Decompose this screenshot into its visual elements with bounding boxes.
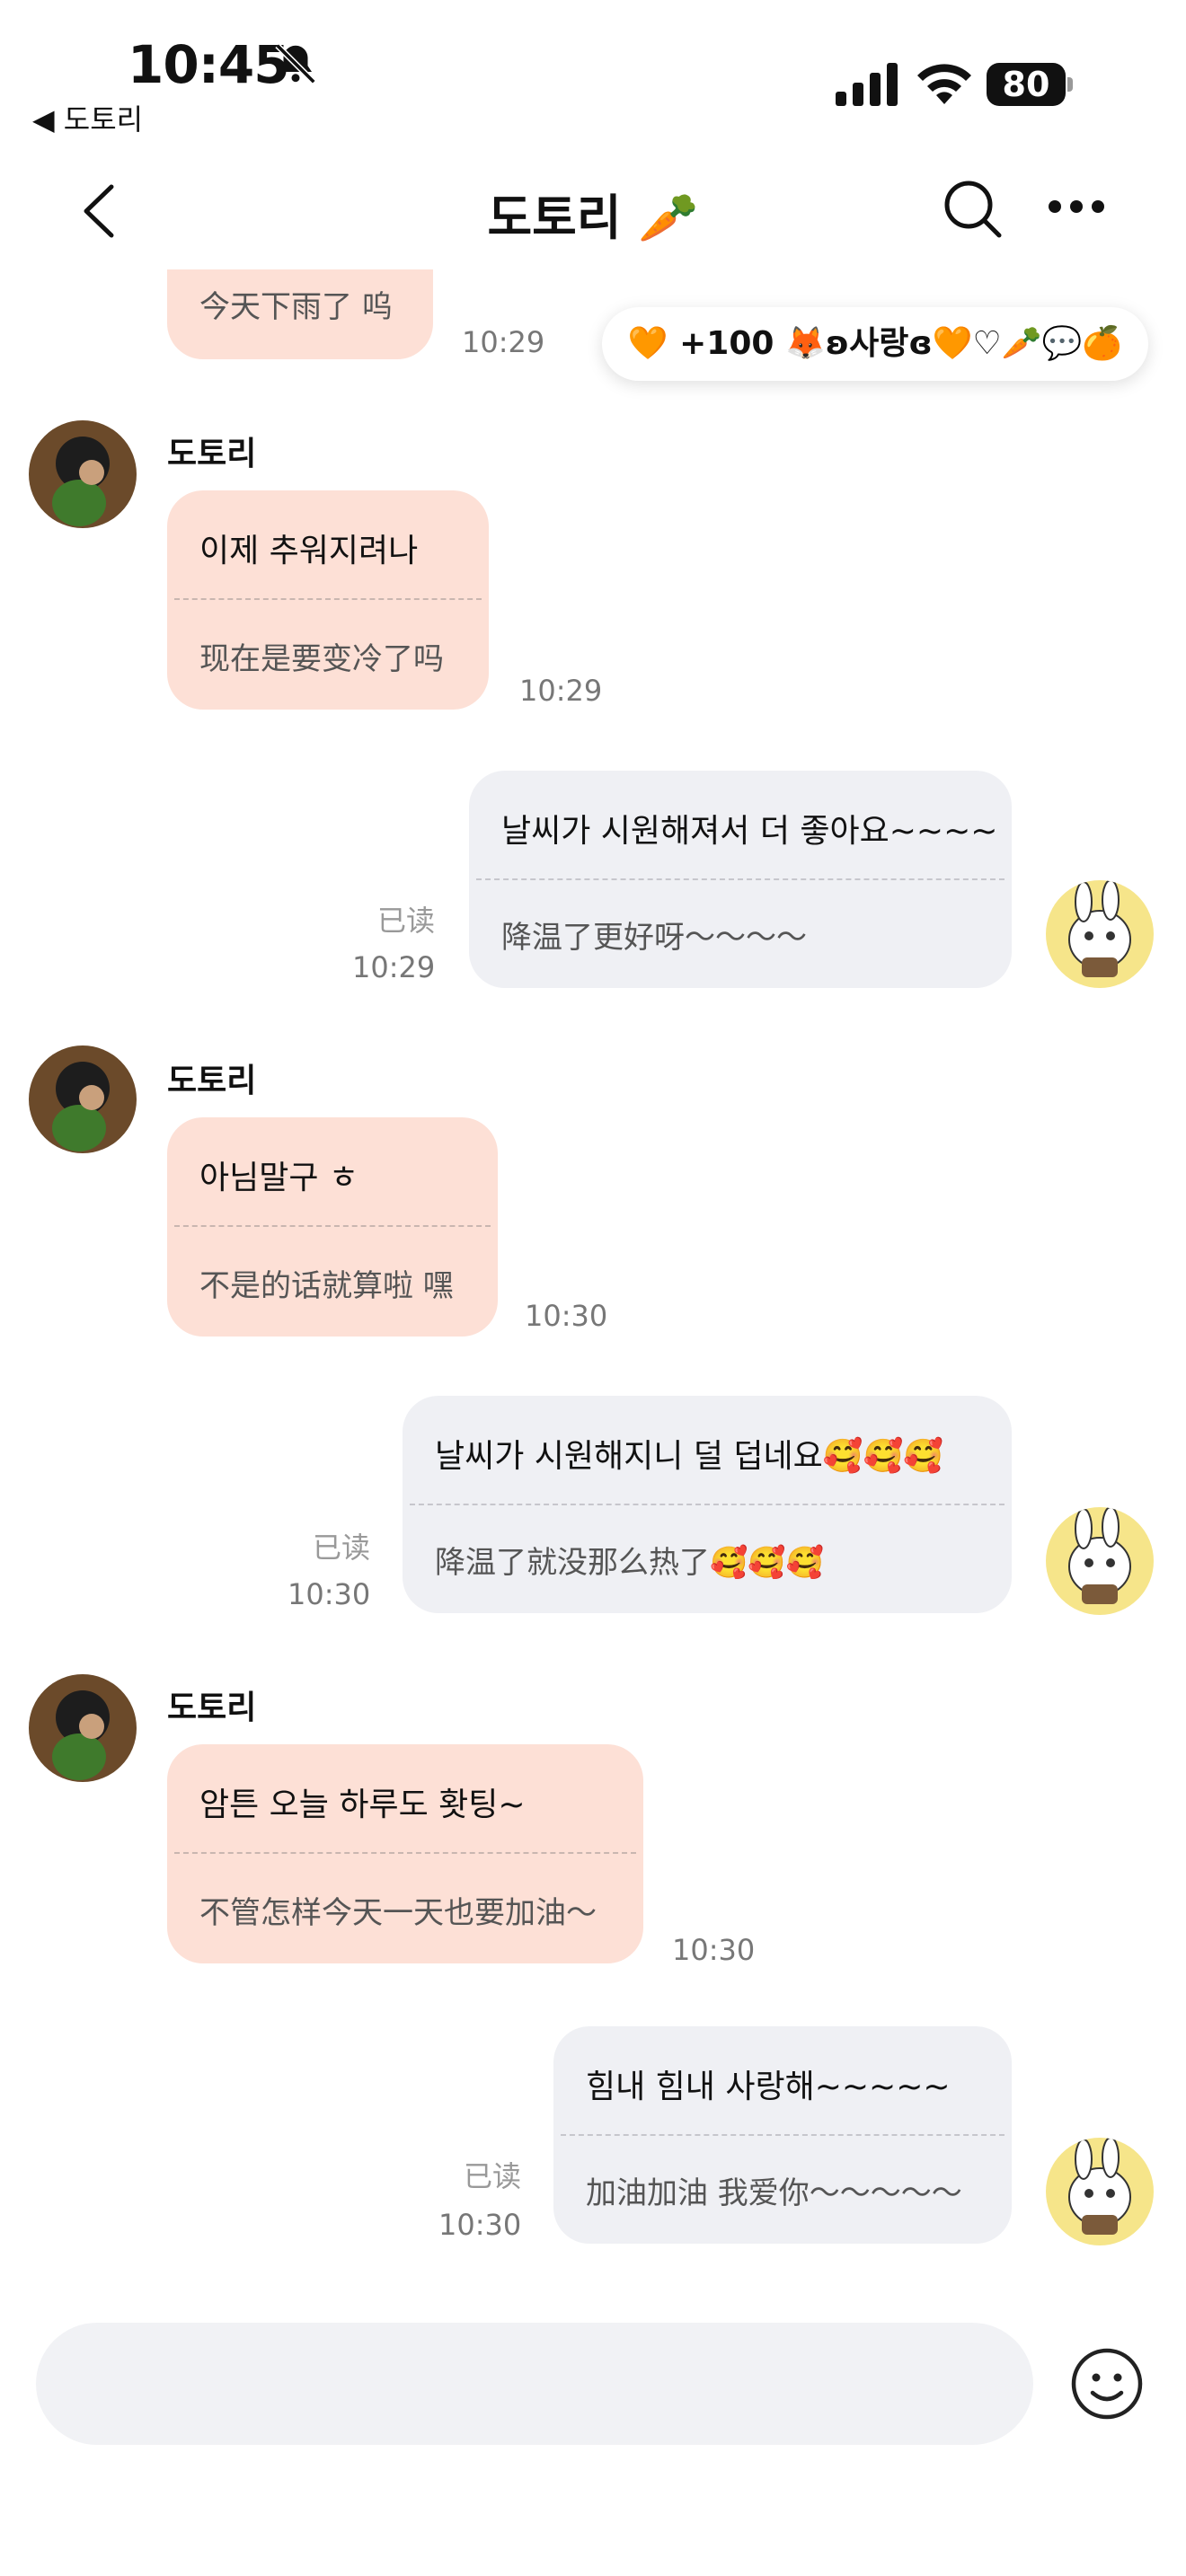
search-icon[interactable] xyxy=(940,176,1005,241)
message-text: 아님말구 ㅎ xyxy=(199,1160,359,1196)
contact-avatar[interactable] xyxy=(29,420,137,528)
message-bubble-outgoing[interactable]: 날씨가 시원해져서 더 좋아요~~~~ 降温了更好呀～～～～ xyxy=(469,771,1012,988)
message-time: 10:29 xyxy=(352,950,436,984)
back-to-app-link[interactable]: ◀ 도토리 xyxy=(32,97,143,138)
contact-avatar[interactable] xyxy=(29,1045,137,1153)
battery-level: 80 xyxy=(987,63,1066,106)
message-time: 10:29 xyxy=(519,674,603,708)
read-receipt: 已读 xyxy=(377,904,436,938)
reaction-badge-strip[interactable]: 🧡 +100 🦊ʚ사랑ɞ🧡♡🥕💬🍊 xyxy=(602,307,1148,381)
message-text: 날씨가 시원해지니 덜 덥네요🥰🥰🥰 xyxy=(435,1438,944,1475)
message-text: 암튼 오늘 하루도 홧팅~ xyxy=(199,1786,526,1823)
message-translation: 不是的话就算啦 嘿 xyxy=(199,1268,454,1304)
message-bubble-incoming[interactable]: 암튼 오늘 하루도 홧팅~ 不管怎样今天一天也要加油～ xyxy=(167,1744,643,1963)
message-translation: 现在是要变冷了吗 xyxy=(199,641,444,677)
chat-header: 도토리 🥕 xyxy=(0,153,1186,269)
emoji-icon[interactable] xyxy=(1069,2346,1145,2422)
battery-tip xyxy=(1067,77,1073,92)
sender-name: 도토리 xyxy=(167,1689,257,1726)
translation-divider xyxy=(476,878,1005,880)
battery-indicator: 80 xyxy=(987,63,1073,106)
bell-muted-icon xyxy=(275,43,316,84)
message-input[interactable] xyxy=(36,2323,1033,2445)
translation-divider xyxy=(174,598,482,600)
message-time: 10:30 xyxy=(525,1299,608,1333)
status-bar: 10:45 ◀ 도토리 80 xyxy=(0,0,1186,153)
translation-divider xyxy=(174,1225,491,1227)
translation-divider xyxy=(561,2134,1005,2136)
read-receipt: 已读 xyxy=(464,2159,522,2193)
message-translation: 今天下雨了 呜 xyxy=(199,289,393,325)
sender-name: 도토리 xyxy=(167,436,257,472)
message-translation: 加油加油 我爱你～～～～～ xyxy=(586,2175,962,2211)
message-text: 이제 추워지려나 xyxy=(199,533,419,569)
message-time: 10:30 xyxy=(672,1933,756,1967)
translation-divider xyxy=(410,1504,1005,1505)
read-receipt: 已读 xyxy=(313,1531,371,1565)
message-translation: 不管怎样今天一天也要加油～ xyxy=(199,1895,597,1931)
wifi-icon xyxy=(917,64,971,104)
more-options-icon[interactable] xyxy=(1046,198,1107,216)
message-bubble-incoming[interactable]: 이제 추워지려나 现在是要变冷了吗 xyxy=(167,490,489,710)
message-bubble-incoming[interactable]: 아님말구 ㅎ 不是的话就算啦 嘿 xyxy=(167,1117,498,1337)
translation-divider xyxy=(174,1852,636,1854)
message-translation: 降温了就没那么热了🥰🥰🥰 xyxy=(435,1545,825,1581)
my-avatar[interactable] xyxy=(1046,2138,1154,2245)
message-bubble-outgoing[interactable]: 날씨가 시원해지니 덜 덥네요🥰🥰🥰 降温了就没那么热了🥰🥰🥰 xyxy=(403,1396,1012,1613)
contact-avatar[interactable] xyxy=(29,1674,137,1782)
message-text: 힘내 힘내 사랑해~~~~~ xyxy=(586,2069,951,2105)
message-time: 10:29 xyxy=(462,325,545,359)
message-text: 날씨가 시원해져서 더 좋아요~~~~ xyxy=(501,813,998,850)
my-avatar[interactable] xyxy=(1046,880,1154,988)
message-bubble-outgoing[interactable]: 힘내 힘내 사랑해~~~~~ 加油加油 我爱你～～～～～ xyxy=(553,2026,1012,2244)
status-time: 10:45 xyxy=(128,34,290,95)
message-time: 10:30 xyxy=(288,1577,371,1611)
cellular-signal-icon xyxy=(836,63,898,106)
message-time: 10:30 xyxy=(438,2208,522,2242)
chat-title: 도토리 🥕 xyxy=(487,190,699,246)
message-bubble-incoming[interactable]: 今天下雨了 呜 xyxy=(167,269,433,359)
message-translation: 降温了更好呀～～～～ xyxy=(501,920,807,956)
sender-name: 도토리 xyxy=(167,1063,257,1099)
my-avatar[interactable] xyxy=(1046,1507,1154,1615)
